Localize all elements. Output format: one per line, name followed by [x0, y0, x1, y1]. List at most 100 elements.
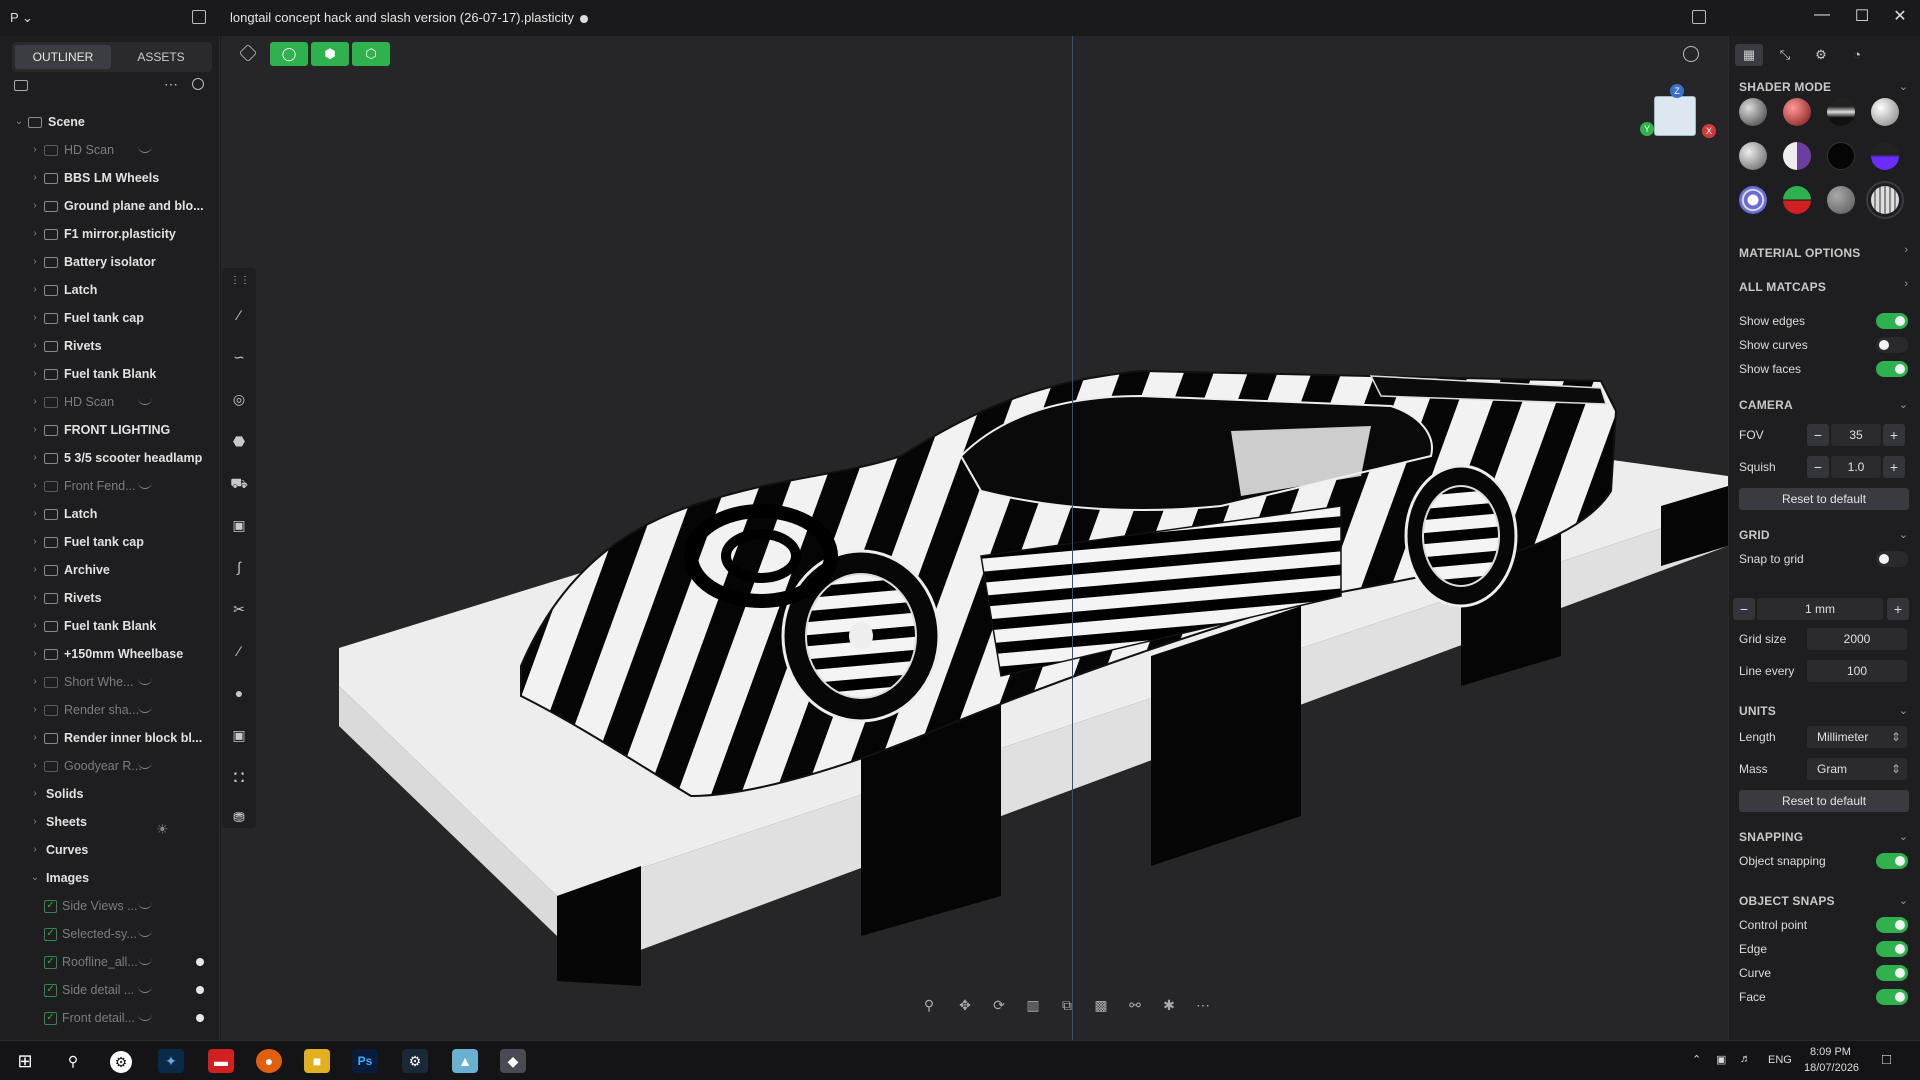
- outliner-item[interactable]: › Render inner block bl...: [0, 724, 220, 752]
- firefox-icon[interactable]: ●: [256, 1049, 282, 1073]
- search-icon[interactable]: ⚲: [60, 1049, 86, 1073]
- polygon-tool-icon[interactable]: ⬣: [230, 432, 248, 450]
- outliner-item[interactable]: › Archive: [0, 556, 220, 584]
- cylinder-tool-icon[interactable]: ⛟: [230, 474, 248, 492]
- image-item[interactable]: ✓ Front detail...: [0, 1004, 220, 1032]
- grid-header[interactable]: GRID: [1739, 528, 1770, 542]
- shader-mode-header[interactable]: SHADER MODE: [1739, 80, 1831, 94]
- xray-toggle-icon[interactable]: [1683, 46, 1699, 62]
- hidden-eye-icon[interactable]: [138, 930, 152, 937]
- outliner-item[interactable]: › Goodyear R...: [0, 752, 220, 780]
- chevron-right-icon[interactable]: ›: [30, 836, 40, 864]
- matcap-zebra-selected[interactable]: [1866, 181, 1904, 219]
- chevron-right-icon[interactable]: ›: [30, 528, 40, 556]
- chevron-right-icon[interactable]: ›: [30, 360, 40, 388]
- matcap-grey[interactable]: [1739, 98, 1767, 126]
- length-select[interactable]: Millimeter ⇕: [1807, 726, 1907, 748]
- tab-outliner[interactable]: OUTLINER: [15, 45, 111, 69]
- view-cube[interactable]: [1654, 96, 1696, 136]
- chevron-right-icon[interactable]: ›: [30, 724, 40, 752]
- chevron-right-icon[interactable]: ›: [30, 332, 40, 360]
- image-item[interactable]: ✓ Side detail ...: [0, 976, 220, 1004]
- snap-edge-toggle[interactable]: [1876, 941, 1908, 957]
- hidden-eye-icon[interactable]: [138, 902, 152, 909]
- davinci-icon[interactable]: ✦: [158, 1049, 184, 1073]
- hidden-eye-icon[interactable]: [138, 706, 152, 713]
- chevron-right-icon[interactable]: ›: [30, 640, 40, 668]
- outliner-item[interactable]: › HD Scan: [0, 388, 220, 416]
- hidden-eye-icon[interactable]: [138, 398, 152, 405]
- scale-icon[interactable]: ▥: [1024, 996, 1042, 1014]
- curve-tool-icon[interactable]: ∽: [230, 348, 248, 366]
- grid-step-input[interactable]: 1 mm: [1757, 598, 1883, 620]
- mass-select[interactable]: Gram ⇕: [1807, 758, 1907, 780]
- sidebar-toggle-icon[interactable]: [192, 10, 206, 24]
- hidden-eye-icon[interactable]: [138, 146, 152, 153]
- cut-tool-icon[interactable]: ✂: [230, 600, 248, 618]
- chevron-down-icon[interactable]: ⌄: [30, 864, 40, 892]
- chevron-right-icon[interactable]: ›: [30, 388, 40, 416]
- hidden-eye-icon[interactable]: [138, 678, 152, 685]
- image-item[interactable]: ✓ Roofline_all...: [0, 948, 220, 976]
- more-options-icon[interactable]: ⋯: [164, 76, 178, 93]
- chevron-right-icon[interactable]: ›: [30, 136, 40, 164]
- chevron-right-icon[interactable]: ›: [30, 248, 40, 276]
- snap-control-point-toggle[interactable]: [1876, 917, 1908, 933]
- fov-decrement-button[interactable]: −: [1807, 424, 1829, 446]
- camera-header[interactable]: CAMERA: [1739, 398, 1793, 412]
- plasticity-icon[interactable]: ◆: [500, 1049, 526, 1073]
- matcap-clay[interactable]: [1739, 142, 1767, 170]
- app-blue-icon[interactable]: ▲: [452, 1049, 478, 1073]
- outliner-item[interactable]: › Fuel tank cap: [0, 528, 220, 556]
- spiral-tool-icon[interactable]: ∫: [230, 558, 248, 576]
- outliner-item[interactable]: › Fuel tank Blank: [0, 612, 220, 640]
- outliner-item[interactable]: ⌄ Images: [0, 864, 220, 892]
- matcap-purple[interactable]: [1871, 142, 1899, 170]
- hidden-eye-icon[interactable]: [138, 958, 152, 965]
- chevron-right-icon[interactable]: ›: [30, 668, 40, 696]
- render-mode-button[interactable]: ▦: [1735, 44, 1763, 66]
- notification-icon[interactable]: □: [1882, 1051, 1891, 1068]
- chevron-right-icon[interactable]: ›: [30, 192, 40, 220]
- outliner-item[interactable]: › BBS LM Wheels: [0, 164, 220, 192]
- outliner-item[interactable]: › Solids: [0, 780, 220, 808]
- hidden-eye-icon[interactable]: [138, 1014, 152, 1021]
- search-icon[interactable]: [192, 78, 204, 90]
- chevron-right-icon[interactable]: ›: [30, 556, 40, 584]
- image-check-icon[interactable]: ✓: [44, 1012, 57, 1025]
- rectangle-tool-icon[interactable]: ▣: [230, 516, 248, 534]
- outliner-item[interactable]: › Battery isolator: [0, 248, 220, 276]
- move-icon[interactable]: ✥: [956, 996, 974, 1014]
- duplicate-icon[interactable]: ⧉: [1058, 996, 1076, 1014]
- more-tools-icon[interactable]: ⋯: [1194, 996, 1212, 1014]
- group-icon[interactable]: ✱: [1160, 996, 1178, 1014]
- chevron-down-icon[interactable]: ⌄: [1899, 894, 1908, 907]
- outliner-item[interactable]: › Rivets: [0, 584, 220, 612]
- app-menu-button[interactable]: P ⌄: [10, 10, 33, 26]
- chevron-right-icon[interactable]: ›: [30, 696, 40, 724]
- boolean-icon[interactable]: ▩: [1092, 996, 1110, 1014]
- squish-input[interactable]: 1.0: [1831, 456, 1881, 478]
- squish-decrement-button[interactable]: −: [1807, 456, 1829, 478]
- 3d-viewport[interactable]: [221, 36, 1728, 1040]
- tab-assets[interactable]: ASSETS: [113, 45, 209, 69]
- new-folder-icon[interactable]: [14, 80, 28, 91]
- sphere-tool-icon[interactable]: ●: [230, 684, 248, 702]
- outliner-item[interactable]: › Latch: [0, 500, 220, 528]
- matcap-matte[interactable]: [1827, 186, 1855, 214]
- outliner-item[interactable]: › Fuel tank Blank: [0, 360, 220, 388]
- image-check-icon[interactable]: ✓: [44, 956, 57, 969]
- show-curves-toggle[interactable]: [1876, 337, 1908, 353]
- grid-size-input[interactable]: 2000: [1807, 628, 1907, 650]
- matcap-zebra-color[interactable]: [1783, 186, 1811, 214]
- chevron-down-icon[interactable]: ⌄: [14, 108, 24, 136]
- matcap-rings[interactable]: [1739, 186, 1767, 214]
- chevron-down-icon[interactable]: ⌄: [1899, 80, 1908, 93]
- outliner-item[interactable]: › Latch: [0, 276, 220, 304]
- zoom-icon[interactable]: ⚲: [920, 996, 938, 1014]
- material-options-header[interactable]: MATERIAL OPTIONS: [1739, 246, 1860, 260]
- app-circle-icon[interactable]: ⚙: [110, 1051, 132, 1073]
- cylinder-solid-tool-icon[interactable]: ⛚: [230, 768, 248, 786]
- outliner-item[interactable]: › Curves: [0, 836, 220, 864]
- matcap-white[interactable]: [1871, 98, 1899, 126]
